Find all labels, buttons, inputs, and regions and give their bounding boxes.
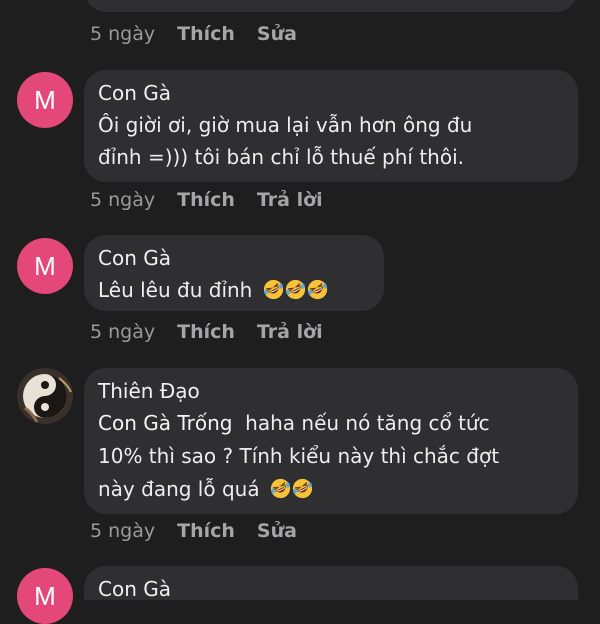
comment-text: Con Gà Trống haha nếu nó tăng cổ tức 10%… (98, 406, 564, 506)
comment-text-line: Lêu lêu đu đỉnh (98, 278, 253, 302)
yin-yang-avatar-icon (17, 368, 73, 424)
rofl-emoji-icon (263, 279, 284, 300)
comment-time: 5 ngày (90, 189, 156, 211)
comment-time: 5 ngày (90, 520, 156, 542)
avatar[interactable]: M (17, 238, 73, 294)
edit-button[interactable]: Sửa (257, 517, 297, 545)
comment-author[interactable]: Thiên Đạo (98, 378, 564, 404)
comment-text-line: đỉnh =))) tôi bán chỉ lỗ thuế phí thôi. (98, 145, 465, 169)
comment-actions: 5 ngày Thích Sửa (90, 20, 297, 48)
comment-text-line: 10% thì sao ? Tính kiểu này thì chắc đợt (98, 444, 500, 468)
avatar[interactable]: M (17, 568, 73, 624)
comment-bubble-partial (84, 0, 578, 12)
edit-button[interactable]: Sửa (257, 20, 297, 48)
like-button[interactable]: Thích (177, 318, 235, 346)
comment-bubble: Thiên Đạo Con Gà Trống haha nếu nó tăng … (84, 368, 578, 514)
comment-text-segment: này đang lỗ quá (98, 477, 260, 501)
comment-text: Ôi giời ơi, giờ mua lại vẫn hơn ông đu đ… (98, 108, 564, 174)
comment-time: 5 ngày (90, 321, 156, 343)
comment-actions: 5 ngày Thích Trả lời (90, 186, 323, 214)
mention-link[interactable]: Con Gà Trống (98, 411, 232, 435)
comment-time: 5 ngày (90, 23, 156, 45)
avatar[interactable]: M (17, 72, 73, 128)
comment-author[interactable]: Con Gà (98, 576, 564, 602)
reply-button[interactable]: Trả lời (257, 318, 323, 346)
rofl-emoji-icon (292, 478, 313, 499)
comment-text-line: Con Gà Trống haha nếu nó tăng cổ tức (98, 406, 564, 440)
comment-author[interactable]: Con Gà (98, 245, 370, 271)
like-button[interactable]: Thích (177, 186, 235, 214)
comment-text: Lêu lêu đu đỉnh (98, 273, 370, 307)
avatar-letter: M (34, 580, 56, 611)
comment-author[interactable]: Con Gà (98, 80, 564, 106)
comment-actions: 5 ngày Thích Sửa (90, 517, 297, 545)
comment-bubble: Con Gà (84, 566, 578, 602)
avatar-letter: M (34, 84, 56, 115)
like-button[interactable]: Thích (177, 20, 235, 48)
reply-button[interactable]: Trả lời (257, 186, 323, 214)
rofl-emoji-icon (270, 478, 291, 499)
comment-bubble: Con Gà Ôi giời ơi, giờ mua lại vẫn hơn ô… (84, 70, 578, 182)
comment-text-line: này đang lỗ quá (98, 472, 564, 506)
comment-text-segment: haha nếu nó tăng cổ tức (232, 411, 490, 435)
avatar-letter: M (34, 250, 56, 281)
comment-actions: 5 ngày Thích Trả lời (90, 318, 323, 346)
rofl-emoji-icon (307, 279, 328, 300)
like-button[interactable]: Thích (177, 517, 235, 545)
rofl-emoji-icon (285, 279, 306, 300)
comment-bubble: Con Gà Lêu lêu đu đỉnh (84, 235, 384, 311)
avatar[interactable] (17, 368, 73, 424)
comment-text-line: Ôi giời ơi, giờ mua lại vẫn hơn ông đu (98, 113, 473, 137)
